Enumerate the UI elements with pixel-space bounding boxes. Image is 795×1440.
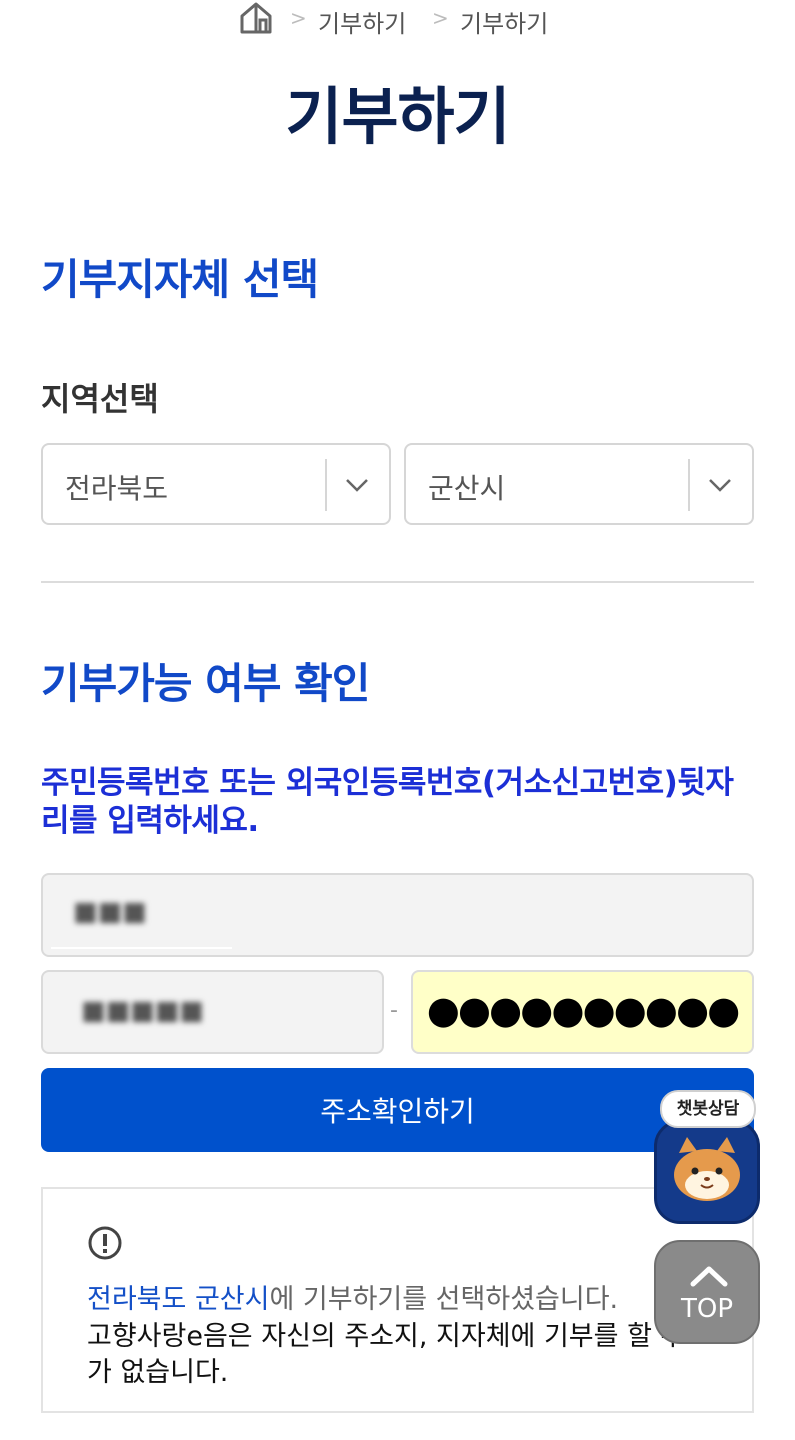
province-select-value: 전라북도 (65, 472, 169, 505)
city-select[interactable]: 군산시 (404, 443, 754, 525)
breadcrumb-separator: > (432, 6, 449, 30)
province-select[interactable]: 전라북도 (41, 443, 391, 525)
instruction-text: 주민등록번호 또는 외국인등록번호(거소신고번호)뒷자리를 입력하세요. (41, 765, 734, 839)
id-back-digits-field[interactable]: ●●●●●●●●●● (411, 970, 754, 1054)
id-separator: - (390, 998, 398, 1023)
chatbot-avatar[interactable] (654, 1120, 760, 1224)
city-select-value: 군산시 (428, 472, 506, 505)
select-divider (688, 459, 690, 511)
cat-mascot-icon (674, 1137, 740, 1201)
chatbot-button[interactable]: 챗봇상담 (654, 1090, 762, 1226)
breadcrumb: > 기부하기 > 기부하기 (0, 0, 795, 40)
field-underline (51, 947, 232, 949)
page-title: 기부하기 (285, 80, 510, 153)
chevron-up-icon (690, 1266, 728, 1287)
scroll-top-label: TOP (680, 1294, 734, 1324)
id-back-digits-value: ●●●●●●●●●● (426, 988, 741, 1032)
chatbot-label[interactable]: 챗봇상담 (660, 1090, 756, 1128)
name-field-value: ■■■ (73, 897, 147, 927)
breadcrumb-item[interactable]: 기부하기 (460, 4, 548, 39)
section-title-region: 기부지자체 선택 (41, 255, 319, 304)
name-field[interactable]: ■■■ (41, 873, 754, 957)
info-box: 전라북도 군산시에 기부하기를 선택하셨습니다. 고향사랑e음은 자신의 주소지… (41, 1187, 754, 1413)
alert-circle-icon (88, 1226, 122, 1260)
chevron-down-icon (709, 479, 731, 492)
breadcrumb-item[interactable]: 기부하기 (318, 4, 406, 39)
select-divider (325, 459, 327, 511)
info-selected-region: 전라북도 군산시 (87, 1284, 270, 1315)
breadcrumb-separator: > (290, 6, 307, 30)
info-message: 고향사랑e음은 자신의 주소지, 지자체에 기부를 할 수가 없습니다. (87, 1321, 686, 1388)
scroll-top-button[interactable]: TOP (654, 1240, 760, 1344)
address-check-button[interactable]: 주소확인하기 (41, 1068, 754, 1152)
chevron-down-icon (346, 479, 368, 492)
birthdate-field-value: ■■■■■ (81, 996, 204, 1026)
region-label: 지역선택 (41, 380, 159, 418)
section-divider (41, 581, 754, 583)
info-selected-suffix: 에 기부하기를 선택하셨습니다. (269, 1284, 619, 1315)
info-selected-text: 전라북도 군산시에 기부하기를 선택하셨습니다. (87, 1277, 618, 1316)
birthdate-field[interactable]: ■■■■■ (41, 970, 384, 1054)
section-title-check: 기부가능 여부 확인 (41, 659, 370, 708)
home-icon[interactable] (238, 0, 274, 36)
